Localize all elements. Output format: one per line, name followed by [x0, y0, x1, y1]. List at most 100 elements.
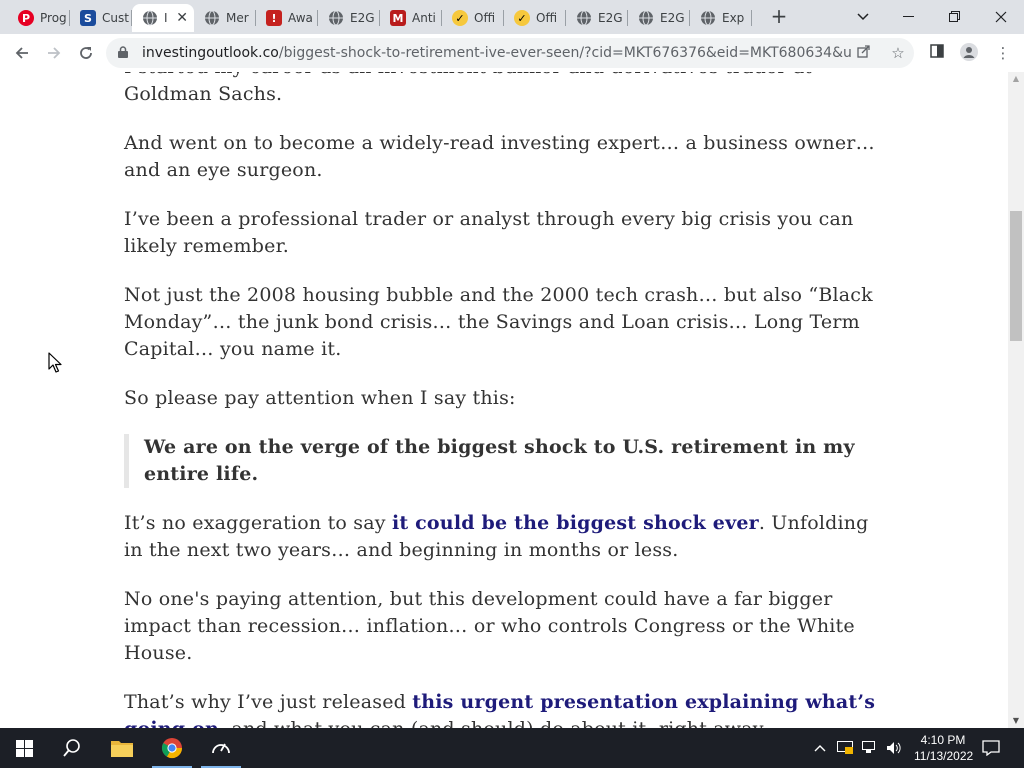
- scroll-down-arrow-icon[interactable]: ▼: [1008, 714, 1024, 728]
- search-icon: [63, 739, 80, 757]
- browser-tab[interactable]: E2G: [566, 4, 628, 32]
- browser-tab-label: Exp: [722, 11, 745, 25]
- chevron-down-icon: [857, 13, 869, 21]
- chrome-taskbar-button[interactable]: [148, 728, 196, 768]
- side-panel-glyph: [930, 44, 944, 58]
- show-hidden-icons-button[interactable]: [814, 728, 826, 768]
- browser-toolbar: investingoutlook.co/biggest-shock-to-ret…: [0, 34, 1024, 73]
- page-viewport: I started my career as an investment ban…: [0, 72, 1008, 728]
- close-icon: [995, 11, 1007, 23]
- browser-tab-label: E2G: [350, 11, 375, 25]
- arrow-right-icon: [48, 47, 61, 59]
- kebab-menu-icon[interactable]: ⋮: [993, 43, 1013, 63]
- bookmark-star-icon[interactable]: ☆: [888, 43, 908, 63]
- browser-tab-label: Anti: [412, 11, 436, 25]
- profile-avatar-icon[interactable]: [959, 43, 979, 63]
- url-text[interactable]: investingoutlook.co/biggest-shock-to-ret…: [142, 45, 852, 61]
- browser-tab[interactable]: Exp: [690, 4, 752, 32]
- biggest-shock-link[interactable]: it could be the biggest shock ever: [392, 512, 759, 534]
- address-bar[interactable]: investingoutlook.co/biggest-shock-to-ret…: [106, 38, 914, 68]
- network-icon: [862, 741, 875, 753]
- shield-icon: !: [266, 10, 282, 26]
- text-span: It’s no exaggeration to say: [124, 512, 392, 534]
- globe-icon: [142, 10, 158, 26]
- article-paragraph: No one's paying attention, but this deve…: [124, 588, 855, 664]
- text-span: That’s why I’ve just released: [124, 691, 413, 713]
- browser-tab[interactable]: I ✕: [132, 4, 194, 32]
- browser-tab-label: E2G: [598, 11, 623, 25]
- mouse-cursor-icon: [48, 352, 62, 373]
- article-paragraph: Not just the 2008 housing bubble and the…: [124, 284, 873, 360]
- tab-separator: [751, 10, 752, 26]
- chrome-icon: [161, 738, 183, 759]
- scrollbar-thumb[interactable]: [1010, 210, 1022, 341]
- browser-tab[interactable]: ✓ Offi: [504, 4, 566, 32]
- minimize-icon: [903, 16, 914, 17]
- forward-button[interactable]: [42, 41, 66, 65]
- speedometer-icon: [212, 743, 230, 754]
- speech-bubble-icon: [982, 740, 1000, 756]
- share-icon[interactable]: [854, 43, 874, 63]
- start-button[interactable]: [0, 728, 48, 768]
- article-paragraph: It’s no exaggeration to say it could be …: [124, 510, 884, 564]
- side-panel-icon[interactable]: [927, 43, 947, 63]
- browser-tab[interactable]: P Prog: [8, 4, 70, 32]
- security-tray-icon[interactable]: [837, 728, 855, 768]
- network-tray-icon[interactable]: [862, 728, 878, 768]
- article-paragraph: And went on to become a widely-read inve…: [124, 132, 875, 181]
- new-tab-button[interactable]: +: [768, 6, 790, 28]
- globe-icon: [328, 10, 344, 26]
- windows-logo-icon: [15, 739, 33, 757]
- globe-icon: [638, 10, 654, 26]
- article-body: I started my career as an investment ban…: [124, 72, 884, 728]
- monitor-alert-icon: [837, 741, 853, 754]
- tab-search-button[interactable]: [840, 0, 886, 34]
- browser-tab[interactable]: E2G: [318, 4, 380, 32]
- volume-tray-icon[interactable]: [886, 728, 902, 768]
- system-clock[interactable]: 4:10 PM 11/13/2022: [914, 732, 974, 764]
- file-explorer-button[interactable]: [98, 728, 146, 768]
- checkmark-icon: ✓: [452, 10, 468, 26]
- page-scrollbar[interactable]: ▲ ▼: [1008, 72, 1024, 728]
- browser-tab-label: Offi: [474, 11, 496, 25]
- browser-tab[interactable]: M Anti: [380, 4, 442, 32]
- article-paragraph: I’ve been a professional trader or analy…: [124, 208, 854, 257]
- scroll-up-arrow-icon[interactable]: ▲: [1008, 72, 1024, 86]
- restore-button[interactable]: [932, 0, 978, 34]
- reload-button[interactable]: [74, 41, 98, 65]
- text-span: , and what you can (and should) do about…: [219, 718, 767, 728]
- s-logo-icon: S: [80, 10, 96, 26]
- close-window-button[interactable]: [978, 0, 1024, 34]
- lock-icon: [118, 46, 128, 58]
- minimize-button[interactable]: [886, 0, 932, 34]
- browser-tab[interactable]: Mer: [194, 4, 256, 32]
- pinterest-icon: P: [18, 10, 34, 26]
- share-glyph: [857, 45, 870, 58]
- back-button[interactable]: [10, 41, 34, 65]
- browser-tab-label: Cust: [102, 11, 129, 25]
- highlighted-quote: We are on the verge of the biggest shock…: [124, 434, 884, 488]
- article-paragraph: I started my career as an investment ban…: [124, 72, 812, 105]
- clock-date: 11/13/2022: [914, 749, 974, 763]
- url-host: investingoutlook.co: [142, 45, 279, 61]
- browser-tab-label: Offi: [536, 11, 558, 25]
- browser-tab-label: Mer: [226, 11, 249, 25]
- url-path: /biggest-shock-to-retirement-ive-ever-se…: [278, 45, 852, 61]
- checkmark-icon: ✓: [514, 10, 530, 26]
- chevron-up-icon: [814, 745, 826, 752]
- speedometer-app-button[interactable]: [197, 728, 245, 768]
- browser-tab[interactable]: S Cust: [70, 4, 132, 32]
- browser-tab[interactable]: E2G: [628, 4, 690, 32]
- search-button[interactable]: [48, 728, 96, 768]
- globe-icon: [576, 10, 592, 26]
- browser-tab-label: I: [164, 11, 168, 25]
- browser-tab[interactable]: ✓ Offi: [442, 4, 504, 32]
- folder-icon: [111, 741, 133, 757]
- notification-center-button[interactable]: [982, 728, 1000, 768]
- globe-icon: [204, 10, 220, 26]
- browser-tab-label: Awa: [288, 11, 313, 25]
- browser-tab[interactable]: ! Awa: [256, 4, 318, 32]
- windows-taskbar: 4:10 PM 11/13/2022: [0, 728, 1024, 768]
- close-tab-icon[interactable]: ✕: [176, 10, 188, 26]
- browser-tab-label: Prog: [40, 11, 67, 25]
